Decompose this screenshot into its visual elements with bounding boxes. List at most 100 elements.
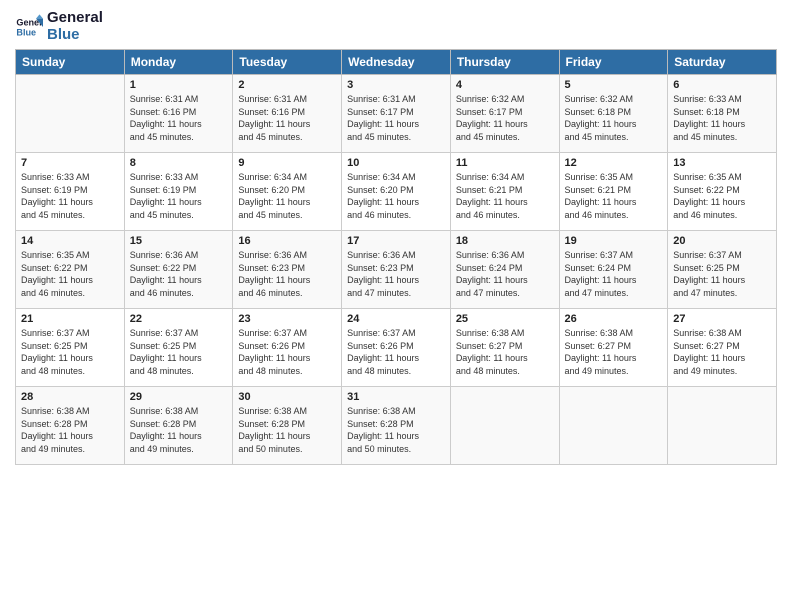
calendar-cell: 12Sunrise: 6:35 AM Sunset: 6:21 PM Dayli… bbox=[559, 153, 668, 231]
calendar-cell: 5 Sunrise: 6:32 AM Sunset: 6:18 PM Daylig… bbox=[559, 75, 668, 153]
calendar-cell: 4Sunrise: 6:32 AM Sunset: 6:17 PM Daylig… bbox=[450, 75, 559, 153]
day-number: 22 bbox=[130, 313, 228, 325]
day-info: Sunrise: 6:37 AM Sunset: 6:25 PM Dayligh… bbox=[673, 249, 771, 299]
day-info: Sunrise: 6:34 AM Sunset: 6:20 PM Dayligh… bbox=[347, 171, 445, 221]
week-row-4: 21 Sunrise: 6:37 AM Sunset: 6:25 PM Dayli… bbox=[16, 309, 777, 387]
day-number: 2 bbox=[238, 79, 336, 91]
day-number: 21 bbox=[21, 313, 119, 325]
calendar-cell: 13 Sunrise: 6:35 AM Sunset: 6:22 PM Dayli… bbox=[668, 153, 777, 231]
column-header-wednesday: Wednesday bbox=[342, 50, 451, 75]
week-row-3: 14 Sunrise: 6:35 AM Sunset: 6:22 PM Dayli… bbox=[16, 231, 777, 309]
day-info: Sunrise: 6:38 AM Sunset: 6:27 PM Dayligh… bbox=[565, 327, 663, 377]
calendar-cell: 27Sunrise: 6:38 AM Sunset: 6:27 PM Dayli… bbox=[668, 309, 777, 387]
calendar-cell: 1Sunrise: 6:31 AM Sunset: 6:16 PM Daylig… bbox=[124, 75, 233, 153]
day-info: Sunrise: 6:32 AM Sunset: 6:18 PM Dayligh… bbox=[565, 93, 663, 143]
calendar-cell: 7 Sunrise: 6:33 AM Sunset: 6:19 PM Daylig… bbox=[16, 153, 125, 231]
day-number: 7 bbox=[21, 157, 119, 169]
logo-icon: General Blue bbox=[15, 13, 43, 41]
calendar-cell bbox=[16, 75, 125, 153]
calendar-cell: 30 Sunrise: 6:38 AM Sunset: 6:28 PM Dayli… bbox=[233, 387, 342, 465]
week-row-5: 28 Sunrise: 6:38 AM Sunset: 6:28 PM Dayli… bbox=[16, 387, 777, 465]
day-info: Sunrise: 6:37 AM Sunset: 6:26 PM Dayligh… bbox=[238, 327, 336, 377]
day-info: Sunrise: 6:37 AM Sunset: 6:25 PM Dayligh… bbox=[130, 327, 228, 377]
calendar-cell: 24 Sunrise: 6:37 AM Sunset: 6:26 PM Dayli… bbox=[342, 309, 451, 387]
calendar-cell: 14 Sunrise: 6:35 AM Sunset: 6:22 PM Dayli… bbox=[16, 231, 125, 309]
day-number: 3 bbox=[347, 79, 445, 91]
day-info: Sunrise: 6:38 AM Sunset: 6:27 PM Dayligh… bbox=[456, 327, 554, 377]
day-number: 5 bbox=[565, 79, 663, 91]
calendar-cell: 19 Sunrise: 6:37 AM Sunset: 6:24 PM Dayli… bbox=[559, 231, 668, 309]
day-number: 6 bbox=[673, 79, 771, 91]
column-header-tuesday: Tuesday bbox=[233, 50, 342, 75]
calendar-cell: 26 Sunrise: 6:38 AM Sunset: 6:27 PM Dayli… bbox=[559, 309, 668, 387]
column-header-monday: Monday bbox=[124, 50, 233, 75]
day-info: Sunrise: 6:36 AM Sunset: 6:22 PM Dayligh… bbox=[130, 249, 228, 299]
calendar-cell: 8Sunrise: 6:33 AM Sunset: 6:19 PM Daylig… bbox=[124, 153, 233, 231]
day-number: 29 bbox=[130, 391, 228, 403]
day-number: 12 bbox=[565, 157, 663, 169]
calendar-cell: 31Sunrise: 6:38 AM Sunset: 6:28 PM Dayli… bbox=[342, 387, 451, 465]
calendar-cell: 18 Sunrise: 6:36 AM Sunset: 6:24 PM Dayli… bbox=[450, 231, 559, 309]
day-number: 4 bbox=[456, 79, 554, 91]
day-info: Sunrise: 6:36 AM Sunset: 6:23 PM Dayligh… bbox=[347, 249, 445, 299]
day-info: Sunrise: 6:33 AM Sunset: 6:19 PM Dayligh… bbox=[21, 171, 119, 221]
day-info: Sunrise: 6:37 AM Sunset: 6:25 PM Dayligh… bbox=[21, 327, 119, 377]
calendar-cell: 23 Sunrise: 6:37 AM Sunset: 6:26 PM Dayli… bbox=[233, 309, 342, 387]
svg-text:Blue: Blue bbox=[16, 27, 36, 37]
day-number: 28 bbox=[21, 391, 119, 403]
calendar-cell: 11 Sunrise: 6:34 AM Sunset: 6:21 PM Dayli… bbox=[450, 153, 559, 231]
day-number: 20 bbox=[673, 235, 771, 247]
column-header-thursday: Thursday bbox=[450, 50, 559, 75]
column-header-saturday: Saturday bbox=[668, 50, 777, 75]
day-number: 13 bbox=[673, 157, 771, 169]
day-info: Sunrise: 6:33 AM Sunset: 6:18 PM Dayligh… bbox=[673, 93, 771, 143]
calendar-cell: 2 Sunrise: 6:31 AM Sunset: 6:16 PM Daylig… bbox=[233, 75, 342, 153]
day-number: 10 bbox=[347, 157, 445, 169]
calendar-cell: 20 Sunrise: 6:37 AM Sunset: 6:25 PM Dayli… bbox=[668, 231, 777, 309]
calendar-header-row: SundayMondayTuesdayWednesdayThursdayFrid… bbox=[16, 50, 777, 75]
calendar-table: SundayMondayTuesdayWednesdayThursdayFrid… bbox=[15, 49, 777, 465]
day-info: Sunrise: 6:38 AM Sunset: 6:27 PM Dayligh… bbox=[673, 327, 771, 377]
day-info: Sunrise: 6:34 AM Sunset: 6:21 PM Dayligh… bbox=[456, 171, 554, 221]
day-info: Sunrise: 6:35 AM Sunset: 6:22 PM Dayligh… bbox=[21, 249, 119, 299]
day-info: Sunrise: 6:37 AM Sunset: 6:26 PM Dayligh… bbox=[347, 327, 445, 377]
day-number: 26 bbox=[565, 313, 663, 325]
day-number: 9 bbox=[238, 157, 336, 169]
day-number: 23 bbox=[238, 313, 336, 325]
week-row-2: 7 Sunrise: 6:33 AM Sunset: 6:19 PM Daylig… bbox=[16, 153, 777, 231]
day-number: 19 bbox=[565, 235, 663, 247]
logo: General Blue General Blue bbox=[15, 10, 103, 43]
day-info: Sunrise: 6:31 AM Sunset: 6:16 PM Dayligh… bbox=[238, 93, 336, 143]
header: General Blue General Blue bbox=[15, 10, 777, 43]
calendar-cell: 16Sunrise: 6:36 AM Sunset: 6:23 PM Dayli… bbox=[233, 231, 342, 309]
day-number: 11 bbox=[456, 157, 554, 169]
logo-wordmark: General Blue bbox=[47, 10, 103, 43]
day-info: Sunrise: 6:31 AM Sunset: 6:17 PM Dayligh… bbox=[347, 93, 445, 143]
calendar-page: General Blue General Blue SundayMondayTu… bbox=[0, 0, 792, 612]
calendar-cell: 3 Sunrise: 6:31 AM Sunset: 6:17 PM Daylig… bbox=[342, 75, 451, 153]
day-number: 18 bbox=[456, 235, 554, 247]
day-number: 15 bbox=[130, 235, 228, 247]
calendar-cell: 22 Sunrise: 6:37 AM Sunset: 6:25 PM Dayli… bbox=[124, 309, 233, 387]
day-number: 30 bbox=[238, 391, 336, 403]
calendar-cell: 15 Sunrise: 6:36 AM Sunset: 6:22 PM Dayli… bbox=[124, 231, 233, 309]
day-number: 24 bbox=[347, 313, 445, 325]
day-number: 25 bbox=[456, 313, 554, 325]
day-number: 8 bbox=[130, 157, 228, 169]
day-info: Sunrise: 6:38 AM Sunset: 6:28 PM Dayligh… bbox=[238, 405, 336, 455]
day-info: Sunrise: 6:38 AM Sunset: 6:28 PM Dayligh… bbox=[130, 405, 228, 455]
calendar-cell bbox=[559, 387, 668, 465]
calendar-cell bbox=[450, 387, 559, 465]
calendar-cell bbox=[668, 387, 777, 465]
day-number: 31 bbox=[347, 391, 445, 403]
day-number: 16 bbox=[238, 235, 336, 247]
day-info: Sunrise: 6:36 AM Sunset: 6:24 PM Dayligh… bbox=[456, 249, 554, 299]
calendar-cell: 6 Sunrise: 6:33 AM Sunset: 6:18 PM Daylig… bbox=[668, 75, 777, 153]
calendar-cell: 17Sunrise: 6:36 AM Sunset: 6:23 PM Dayli… bbox=[342, 231, 451, 309]
calendar-cell: 9 Sunrise: 6:34 AM Sunset: 6:20 PM Daylig… bbox=[233, 153, 342, 231]
day-number: 14 bbox=[21, 235, 119, 247]
day-info: Sunrise: 6:37 AM Sunset: 6:24 PM Dayligh… bbox=[565, 249, 663, 299]
day-info: Sunrise: 6:35 AM Sunset: 6:22 PM Dayligh… bbox=[673, 171, 771, 221]
calendar-cell: 21 Sunrise: 6:37 AM Sunset: 6:25 PM Dayli… bbox=[16, 309, 125, 387]
day-info: Sunrise: 6:34 AM Sunset: 6:20 PM Dayligh… bbox=[238, 171, 336, 221]
